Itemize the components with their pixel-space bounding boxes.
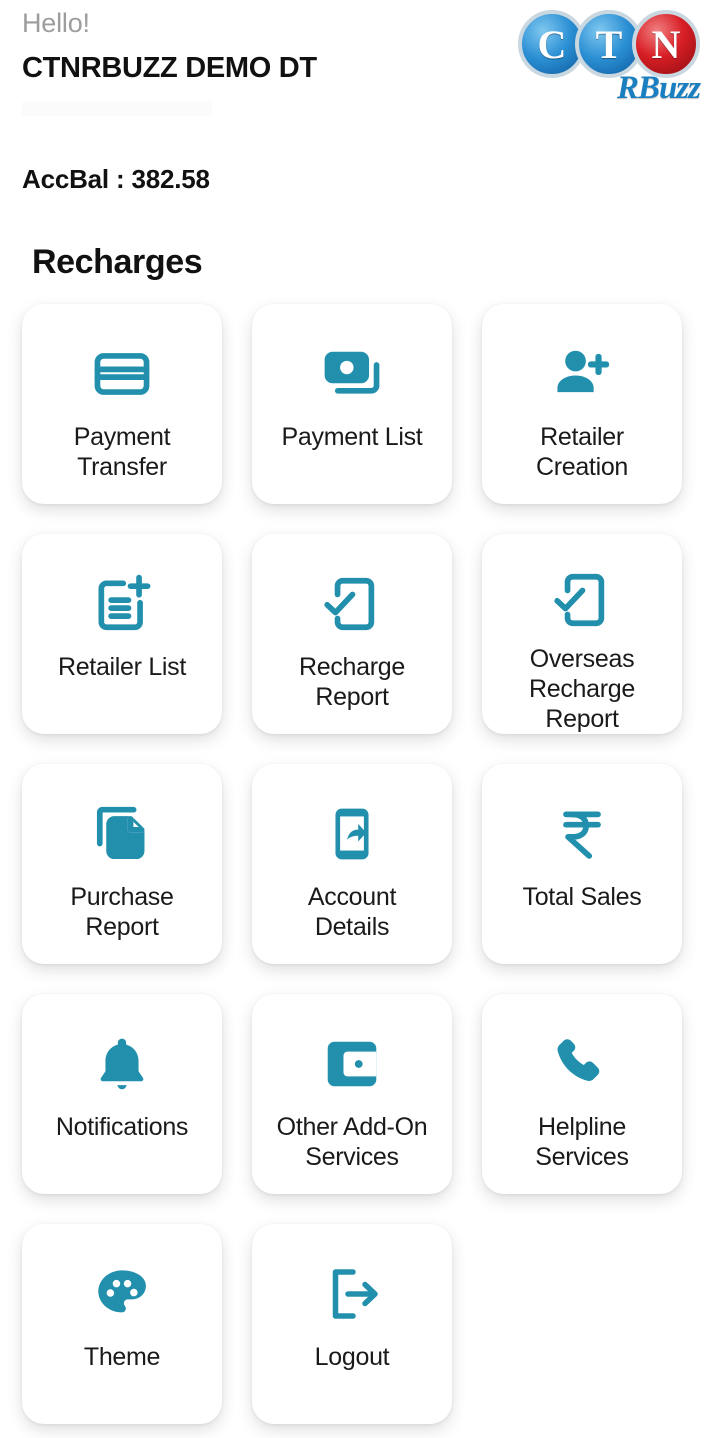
tile-label: Retailer Creation <box>535 423 629 481</box>
ctn-rbuzz-logo: C T N RBuzz <box>518 8 704 112</box>
tile-label: Account Details <box>307 883 397 941</box>
logo-letter-n: N <box>632 10 700 78</box>
person-add-icon <box>551 338 613 410</box>
page-title: Recharges <box>32 243 203 281</box>
tile-label: Retailer List <box>57 653 187 681</box>
copy-documents-icon <box>91 798 153 870</box>
header: Hello! CTNRBUZZ DEMO DT C T N RBuzz <box>0 0 720 140</box>
tile-label: Theme <box>83 1343 161 1371</box>
logo-wordmark: RBuzz <box>616 70 701 106</box>
tile-theme[interactable]: Theme <box>22 1224 222 1424</box>
tile-notifications[interactable]: Notifications <box>22 994 222 1194</box>
tile-label: Helpline Services <box>535 1113 629 1171</box>
phone-share-icon <box>321 798 383 870</box>
tile-account-details[interactable]: Account Details <box>252 764 452 964</box>
tile-payment-transfer[interactable]: Payment Transfer <box>22 304 222 504</box>
cash-stack-icon <box>321 338 383 410</box>
app-root: Hello! CTNRBUZZ DEMO DT C T N RBuzz AccB… <box>0 0 720 1438</box>
phone-check-icon <box>551 568 613 632</box>
account-balance: AccBal : 382.58 <box>22 164 210 194</box>
tile-label: Payment Transfer <box>73 423 171 481</box>
note-add-icon <box>91 568 153 640</box>
tile-recharge-report[interactable]: Recharge Report <box>252 534 452 734</box>
wallet-icon <box>321 1028 383 1100</box>
tile-overseas-recharge-report[interactable]: Overseas Recharge Report <box>482 534 682 734</box>
tile-label: Overseas Recharge Report <box>529 645 635 733</box>
tile-other-addon-services[interactable]: Other Add-On Services <box>252 994 452 1194</box>
tile-label: Payment List <box>281 423 423 451</box>
tile-label: Recharge Report <box>299 653 405 711</box>
tile-label: Logout <box>314 1343 390 1371</box>
phone-call-icon <box>551 1028 613 1100</box>
tile-label: Total Sales <box>522 883 642 911</box>
credit-card-icon <box>91 338 153 410</box>
tile-helpline-services[interactable]: Helpline Services <box>482 994 682 1194</box>
tile-total-sales[interactable]: Total Sales <box>482 764 682 964</box>
tile-label: Notifications <box>55 1113 189 1141</box>
phone-check-icon <box>321 568 383 640</box>
logout-icon <box>322 1258 382 1330</box>
tile-purchase-report[interactable]: Purchase Report <box>22 764 222 964</box>
tile-logout[interactable]: Logout <box>252 1224 452 1424</box>
tile-retailer-creation[interactable]: Retailer Creation <box>482 304 682 504</box>
tile-grid: Payment Transfer Payment List Retailer C… <box>0 304 720 1424</box>
tile-label: Purchase Report <box>70 883 174 941</box>
palette-icon <box>93 1258 151 1330</box>
header-placeholder-strip <box>22 102 212 116</box>
rupee-icon <box>551 798 613 870</box>
bell-icon <box>91 1028 153 1100</box>
tile-retailer-list[interactable]: Retailer List <box>22 534 222 734</box>
tile-label: Other Add-On Services <box>276 1113 428 1171</box>
tile-payment-list[interactable]: Payment List <box>252 304 452 504</box>
